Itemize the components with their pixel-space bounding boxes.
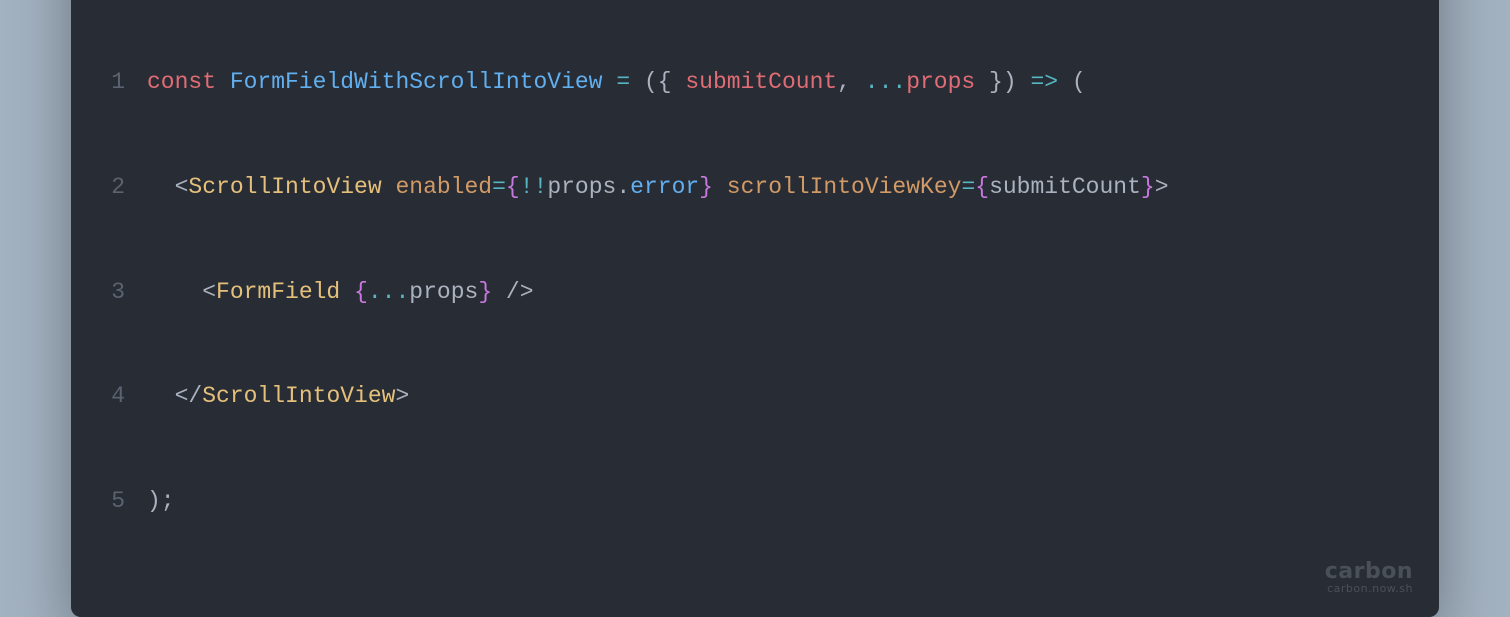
line-content: <FormField {...props} /> [147,275,1411,310]
token: </ [147,383,202,409]
code-line: 4 </ScrollIntoView> [99,379,1411,414]
line-number: 5 [99,484,147,519]
token: !! [520,174,548,200]
token: > [1155,174,1169,200]
token: > [395,383,409,409]
token: = [616,69,630,95]
token: props [547,174,616,200]
token: /> [492,279,533,305]
token [216,69,230,95]
token: { [975,174,989,200]
token: scrollIntoViewKey [727,174,962,200]
token: ScrollIntoView [202,383,395,409]
token [603,69,617,95]
line-number: 1 [99,65,147,100]
token: ({ [630,69,685,95]
line-content: </ScrollIntoView> [147,379,1411,414]
token: enabled [395,174,492,200]
token: = [492,174,506,200]
token: < [147,174,188,200]
token: ... [865,69,906,95]
token [713,174,727,200]
code-area: 1 const FormFieldWithScrollIntoView = ({… [71,0,1439,617]
line-number: 2 [99,170,147,205]
token: ( [1058,69,1086,95]
token: props [409,279,478,305]
token: }) [975,69,1030,95]
token [382,174,396,200]
line-number: 3 [99,275,147,310]
watermark-brand: carbon [1325,559,1413,584]
code-window: 1 const FormFieldWithScrollIntoView = ({… [71,0,1439,617]
token: props [906,69,975,95]
watermark-url: carbon.now.sh [1325,582,1413,595]
token: } [699,174,713,200]
code-line: 3 <FormField {...props} /> [99,275,1411,310]
token: ); [147,488,175,514]
line-content: const FormFieldWithScrollIntoView = ({ s… [147,65,1411,100]
token: submitCount [989,174,1141,200]
token: FormFieldWithScrollIntoView [230,69,603,95]
token: ScrollIntoView [188,174,381,200]
token [340,279,354,305]
watermark: carbon carbon.now.sh [1325,559,1413,595]
line-content: <ScrollIntoView enabled={!!props.error} … [147,170,1411,205]
code-line: 2 <ScrollIntoView enabled={!!props.error… [99,170,1411,205]
token: const [147,69,216,95]
token: < [147,279,216,305]
token: { [354,279,368,305]
token: submitCount [685,69,837,95]
token: } [478,279,492,305]
token: ... [368,279,409,305]
token: FormField [216,279,340,305]
code-line: 1 const FormFieldWithScrollIntoView = ({… [99,65,1411,100]
code-line: 5 ); [99,484,1411,519]
token: { [506,174,520,200]
token: . [616,174,630,200]
token: = [961,174,975,200]
token: } [1141,174,1155,200]
token: error [630,174,699,200]
line-content: ); [147,484,1411,519]
token: => [1030,69,1058,95]
token: , [837,69,865,95]
line-number: 4 [99,379,147,414]
